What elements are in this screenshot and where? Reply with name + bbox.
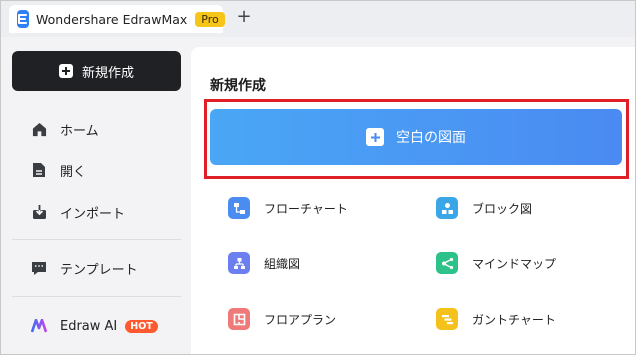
sidebar-item-open[interactable]: 開く: [31, 160, 86, 180]
sidebar-item-import[interactable]: インポート: [31, 202, 125, 222]
tile-label: マインドマップ: [472, 256, 557, 271]
sidebar-item-label: ホーム: [60, 123, 99, 139]
app-window: Wondershare EdrawMax Pro + 新規作成 ホーム 開く イ…: [0, 0, 636, 355]
template-tile-block-diagram[interactable]: ブロック図: [436, 197, 532, 219]
sidebar-item-label: テンプレート: [60, 262, 138, 278]
pro-badge: Pro: [195, 11, 225, 27]
tile-label: 組織図: [264, 256, 301, 271]
new-tab-button[interactable]: +: [234, 7, 254, 27]
tile-label: フローチャート: [264, 201, 348, 216]
hot-badge: HOT: [125, 319, 158, 333]
sidebar-item-home[interactable]: ホーム: [31, 119, 99, 139]
plus-icon: [58, 64, 73, 78]
flowchart-icon: [228, 197, 250, 219]
tile-label: フロアプラン: [264, 312, 337, 327]
blank-drawing-label: 空白の図面: [396, 130, 466, 146]
sidebar-item-label: インポート: [60, 206, 126, 222]
sidebar: 新規作成 ホーム 開く インポート テンプレート Edraw AI HOT: [1, 37, 191, 354]
home-icon: [31, 121, 47, 137]
edrawmax-logo-icon: [17, 10, 29, 28]
new-document-label: 新規作成: [81, 65, 134, 81]
template-icon: [31, 260, 47, 276]
blank-drawing-button[interactable]: 空白の図面: [210, 109, 622, 165]
template-tile-org-chart[interactable]: 組織図: [228, 252, 300, 274]
import-icon: [31, 204, 47, 220]
sidebar-divider: [12, 239, 181, 240]
template-tile-floor-plan[interactable]: フロアプラン: [228, 308, 336, 330]
template-tile-gantt-chart[interactable]: ガントチャート: [436, 308, 556, 330]
tile-label: ガントチャート: [472, 312, 556, 327]
app-tab[interactable]: Wondershare EdrawMax Pro: [9, 5, 225, 33]
app-title: Wondershare EdrawMax: [36, 11, 188, 27]
template-tile-flowchart[interactable]: フローチャート: [228, 197, 348, 219]
file-icon: [31, 162, 47, 178]
mind-map-icon: [436, 252, 458, 274]
tile-label: ブロック図: [472, 201, 533, 216]
floor-plan-icon: [228, 308, 250, 330]
title-bar: Wondershare EdrawMax Pro +: [1, 1, 635, 37]
sidebar-divider: [12, 296, 181, 297]
template-tile-mind-map[interactable]: マインドマップ: [436, 252, 556, 274]
edraw-ai-icon: [31, 318, 47, 334]
sidebar-item-label: 開く: [60, 164, 87, 180]
main-panel: 新規作成 空白の図面 フローチャート ブロック図 組織図 マインドマップ フロア…: [191, 47, 635, 354]
section-title: 新規作成: [210, 78, 266, 94]
new-document-button[interactable]: 新規作成: [12, 51, 181, 91]
sidebar-item-label: Edraw AI: [60, 318, 118, 334]
gantt-chart-icon: [436, 308, 458, 330]
plus-icon: [366, 128, 384, 146]
sidebar-item-edraw-ai[interactable]: Edraw AI HOT: [31, 316, 158, 336]
block-diagram-icon: [436, 197, 458, 219]
org-chart-icon: [228, 252, 250, 274]
sidebar-item-templates[interactable]: テンプレート: [31, 258, 138, 278]
